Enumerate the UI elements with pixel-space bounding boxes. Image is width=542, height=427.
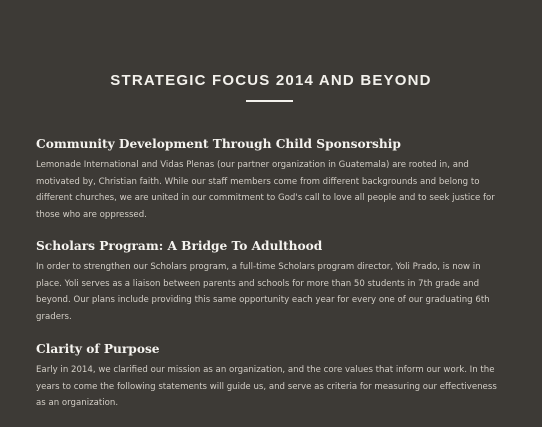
section-heading: Clarity of Purpose xyxy=(36,342,160,356)
section-body: Early in 2014, we clarified our mission … xyxy=(36,365,497,408)
section-heading: Scholars Program: A Bridge To Adulthood xyxy=(36,239,323,253)
section-heading: Community Development Through Child Spon… xyxy=(36,137,401,151)
section-child-sponsorship: Community Development Through Child Spon… xyxy=(36,136,506,223)
section-clarity-of-purpose: Clarity of Purpose Early in 2014, we cla… xyxy=(36,341,506,412)
title-divider xyxy=(246,100,293,102)
page-title: STRATEGIC FOCUS 2014 AND BEYOND xyxy=(110,72,432,89)
page: STRATEGIC FOCUS 2014 AND BEYOND Communit… xyxy=(0,0,542,427)
section-body: In order to strengthen our Scholars prog… xyxy=(36,262,490,322)
section-scholars-program: Scholars Program: A Bridge To Adulthood … xyxy=(36,238,506,325)
section-body: Lemonade International and Vidas Plenas … xyxy=(36,160,495,220)
